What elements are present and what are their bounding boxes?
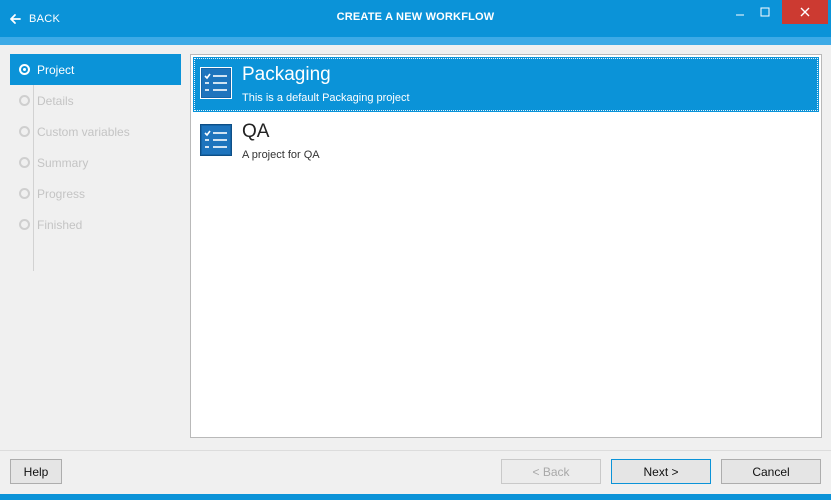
step-label: Custom variables (37, 124, 130, 139)
bottom-accent-strip (0, 494, 831, 500)
minimize-button[interactable] (726, 0, 753, 24)
back-button[interactable]: < Back (501, 459, 601, 484)
step-label: Summary (37, 155, 89, 170)
step-finished: Finished (10, 209, 181, 240)
title-accent-strip (0, 37, 831, 45)
maximize-icon (760, 7, 769, 17)
wizard-content: Project Details Custom variables Summary… (0, 45, 831, 450)
help-button[interactable]: Help (10, 459, 62, 484)
step-dot-icon (19, 157, 30, 168)
project-name: QA (242, 121, 270, 142)
step-dot-icon (19, 188, 30, 199)
wizard-footer: Help < Back Next > Cancel (0, 451, 831, 494)
step-dot-icon (19, 95, 30, 106)
step-custom-variables: Custom variables (10, 116, 181, 147)
project-item-qa[interactable]: QA A project for QA (193, 114, 819, 169)
step-summary: Summary (10, 147, 181, 178)
step-label: Finished (37, 217, 83, 232)
close-icon (800, 7, 810, 17)
project-description: This is a default Packaging project (242, 92, 410, 104)
step-label: Details (37, 93, 74, 108)
step-active-dot-icon (19, 64, 30, 75)
step-dot-icon (19, 126, 30, 137)
window-title: CREATE A NEW WORKFLOW (336, 11, 495, 23)
checklist-icon (200, 124, 232, 156)
project-name: Packaging (242, 64, 331, 85)
project-description: A project for QA (242, 149, 320, 161)
wizard-steps: Project Details Custom variables Summary… (10, 54, 181, 271)
maximize-button[interactable] (753, 0, 776, 24)
close-button[interactable] (782, 0, 828, 24)
checklist-icon (200, 67, 232, 99)
step-label: Project (37, 62, 75, 77)
minimize-icon (735, 14, 744, 16)
next-button[interactable]: Next > (611, 459, 711, 484)
step-label: Progress (37, 186, 86, 201)
project-list[interactable]: Packaging This is a default Packaging pr… (190, 54, 822, 438)
project-item-packaging[interactable]: Packaging This is a default Packaging pr… (193, 57, 819, 112)
step-dot-icon (19, 219, 30, 230)
cancel-button[interactable]: Cancel (721, 459, 821, 484)
title-bar: BACK CREATE A NEW WORKFLOW (0, 0, 831, 37)
step-progress: Progress (10, 178, 181, 209)
step-details: Details (10, 85, 181, 116)
step-project[interactable]: Project (10, 54, 181, 85)
